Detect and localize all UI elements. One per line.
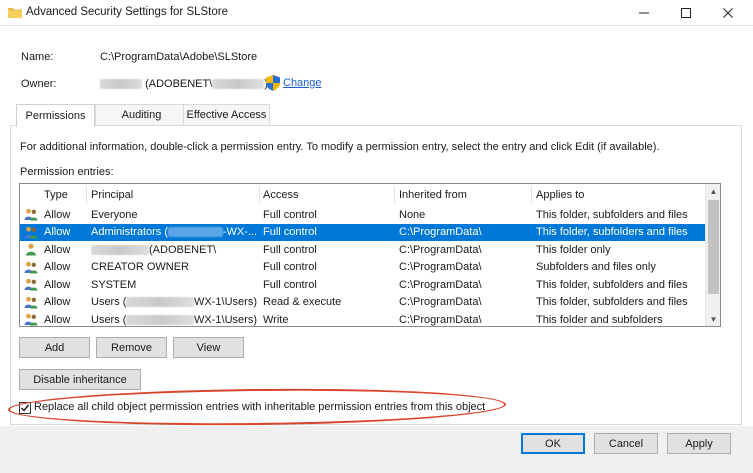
cell-inherited-from: None	[399, 208, 426, 221]
cell-type: Allow	[44, 278, 71, 291]
redacted-text	[100, 79, 142, 90]
tab-permissions[interactable]: Permissions	[16, 104, 95, 127]
tab-effective-access[interactable]: Effective Access	[183, 104, 270, 125]
cell-access: Read & execute	[263, 296, 342, 309]
scroll-up-icon[interactable]: ▲	[706, 184, 720, 198]
permission-entries-label: Permission entries:	[20, 166, 114, 178]
cell-access: Full control	[263, 226, 317, 239]
redacted-text	[91, 244, 149, 255]
cell-principal: SYSTEM	[91, 278, 137, 291]
owner-label: Owner:	[21, 78, 57, 90]
name-label: Name:	[21, 51, 54, 63]
cell-applies-to: This folder, subfolders and files	[536, 226, 688, 239]
cell-applies-to: This folder, subfolders and files	[536, 296, 688, 309]
view-button[interactable]: View	[173, 337, 244, 358]
table-row[interactable]: Allow Everyone Full control None This folder…	[20, 206, 706, 224]
cell-type: Allow	[44, 226, 71, 239]
cell-type: Allow	[44, 313, 71, 326]
change-owner-link[interactable]: Change	[283, 77, 322, 89]
group-icon	[24, 296, 38, 308]
redacted-text	[168, 227, 223, 238]
close-button[interactable]	[706, 0, 750, 26]
group-icon	[24, 278, 38, 291]
cell-applies-to: This folder and subfolders	[536, 313, 663, 326]
owner-value: (ADOBENET\)	[100, 78, 268, 90]
column-header-principal[interactable]: Principal	[91, 184, 133, 206]
window-title: Advanced Security Settings for SLStore	[26, 6, 228, 18]
scroll-thumb[interactable]	[708, 200, 719, 294]
table-row[interactable]: Allow SYSTEM Full control C:\ProgramData\ Th…	[20, 276, 706, 294]
cell-inherited-from: C:\ProgramData\	[399, 313, 482, 326]
disable-inheritance-button[interactable]: Disable inheritance	[19, 369, 141, 390]
cell-type: Allow	[44, 296, 71, 309]
table-row[interactable]: Allow (ADOBENET\ Full control C:\ProgramDat…	[20, 241, 706, 259]
table-row[interactable]: Allow Users (WX-1\Users) Read & execute C:\…	[20, 294, 706, 312]
redacted-text	[212, 79, 265, 90]
cell-inherited-from: C:\ProgramData\	[399, 278, 482, 291]
cell-inherited-from: C:\ProgramData\	[399, 296, 482, 309]
table-row[interactable]: Allow CREATOR OWNER Full control C:\Program…	[20, 259, 706, 277]
minimize-icon	[639, 12, 649, 14]
column-header-applies-to[interactable]: Applies to	[536, 184, 584, 206]
uac-shield-icon	[266, 75, 280, 91]
cell-applies-to: This folder, subfolders and files	[536, 208, 688, 221]
cell-principal: Administrators (-WX-...	[91, 226, 257, 239]
cell-access: Full control	[263, 278, 317, 291]
group-icon	[24, 261, 38, 273]
title-bar[interactable]: Advanced Security Settings for SLStore	[0, 0, 753, 26]
table-row[interactable]: Allow Administrators (-WX-... Full control…	[20, 223, 706, 241]
ok-button[interactable]: OK	[521, 433, 585, 454]
cell-applies-to: This folder only	[536, 243, 611, 256]
owner-domain: (ADOBENET\	[145, 78, 213, 90]
cell-principal: Users (WX-1\Users)	[91, 296, 257, 309]
cell-access: Write	[263, 313, 289, 326]
group-icon	[24, 208, 38, 221]
cell-inherited-from: C:\ProgramData\	[399, 243, 482, 256]
cell-inherited-from: C:\ProgramData\	[399, 226, 482, 239]
column-header-inherited-from[interactable]: Inherited from	[399, 184, 467, 206]
cell-applies-to: This folder, subfolders and files	[536, 278, 688, 291]
cell-principal: (ADOBENET\	[91, 241, 257, 259]
scroll-down-icon[interactable]: ▼	[706, 312, 720, 326]
folder-icon	[8, 8, 22, 18]
close-icon	[723, 8, 733, 18]
tab-auditing[interactable]: Auditing	[95, 104, 188, 125]
add-button[interactable]: Add	[19, 337, 90, 358]
description-text: For additional information, double-click…	[20, 141, 660, 153]
cell-applies-to: Subfolders and files only	[536, 261, 656, 274]
redacted-text	[126, 314, 195, 325]
maximize-icon	[681, 8, 691, 18]
cell-access: Full control	[263, 208, 317, 221]
permission-entries-table[interactable]: Type Principal Access Inherited from App…	[19, 183, 721, 327]
group-icon	[24, 313, 38, 326]
remove-button[interactable]: Remove	[96, 337, 167, 358]
cell-access: Full control	[263, 261, 317, 274]
vertical-scrollbar[interactable]: ▲ ▼	[705, 184, 720, 326]
maximize-button[interactable]	[664, 0, 708, 26]
cell-type: Allow	[44, 208, 71, 221]
cell-principal: Users (WX-1\Users)	[91, 313, 257, 326]
redacted-text	[126, 297, 195, 308]
cell-principal: CREATOR OWNER	[91, 261, 189, 274]
cell-type: Allow	[44, 243, 71, 256]
column-header-type[interactable]: Type	[44, 184, 68, 206]
group-icon	[24, 226, 38, 238]
cell-type: Allow	[44, 261, 71, 274]
column-header-access[interactable]: Access	[263, 184, 298, 206]
user-icon	[26, 243, 36, 256]
cancel-button[interactable]: Cancel	[594, 433, 658, 454]
table-row[interactable]: Allow Users (WX-1\Users) Write C:\ProgramDa…	[20, 311, 706, 326]
apply-button[interactable]: Apply	[667, 433, 731, 454]
name-value: C:\ProgramData\Adobe\SLStore	[100, 51, 258, 63]
cell-inherited-from: C:\ProgramData\	[399, 261, 482, 274]
cell-access: Full control	[263, 243, 317, 256]
cell-principal: Everyone	[91, 208, 138, 221]
minimize-button[interactable]	[622, 0, 666, 26]
